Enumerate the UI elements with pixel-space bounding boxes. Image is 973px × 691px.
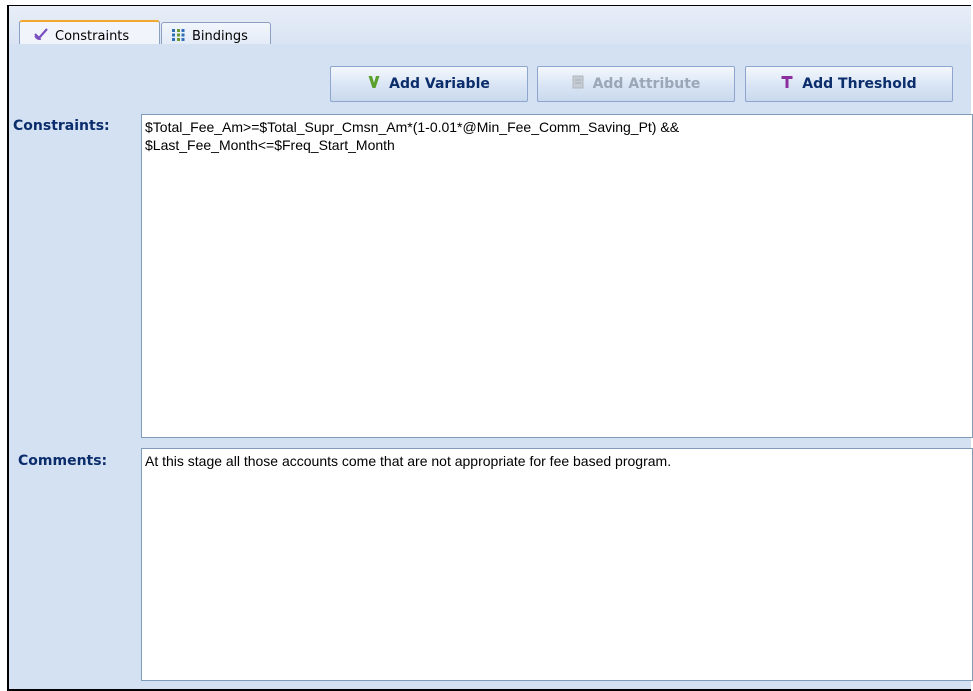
constraints-panel: Add Variable Add Attribute Add Threshold… [9,44,973,689]
constraints-textarea[interactable]: $Total_Fee_Am>=$Total_Supr_Cmsn_Am*(1-0.… [141,114,973,438]
bindings-grid-icon [171,28,185,46]
add-threshold-label: Add Threshold [802,76,917,92]
constraints-label: Constraints: [13,118,110,134]
variable-v-icon [368,75,380,93]
add-variable-button[interactable]: Add Variable [330,66,528,102]
tab-strip: Constraints Bindings [9,6,971,50]
check-icon [34,27,48,45]
tab-constraints-label: Constraints [55,28,130,44]
add-attribute-label: Add Attribute [592,76,701,92]
comments-textarea[interactable]: At this stage all those accounts come th… [141,448,973,681]
attribute-icon [572,75,584,93]
threshold-t-icon [781,75,793,93]
add-variable-label: Add Variable [389,76,490,92]
tab-bindings-label: Bindings [192,29,248,44]
comments-label: Comments: [18,453,108,469]
add-threshold-button[interactable]: Add Threshold [745,66,953,102]
add-attribute-button[interactable]: Add Attribute [537,66,735,102]
